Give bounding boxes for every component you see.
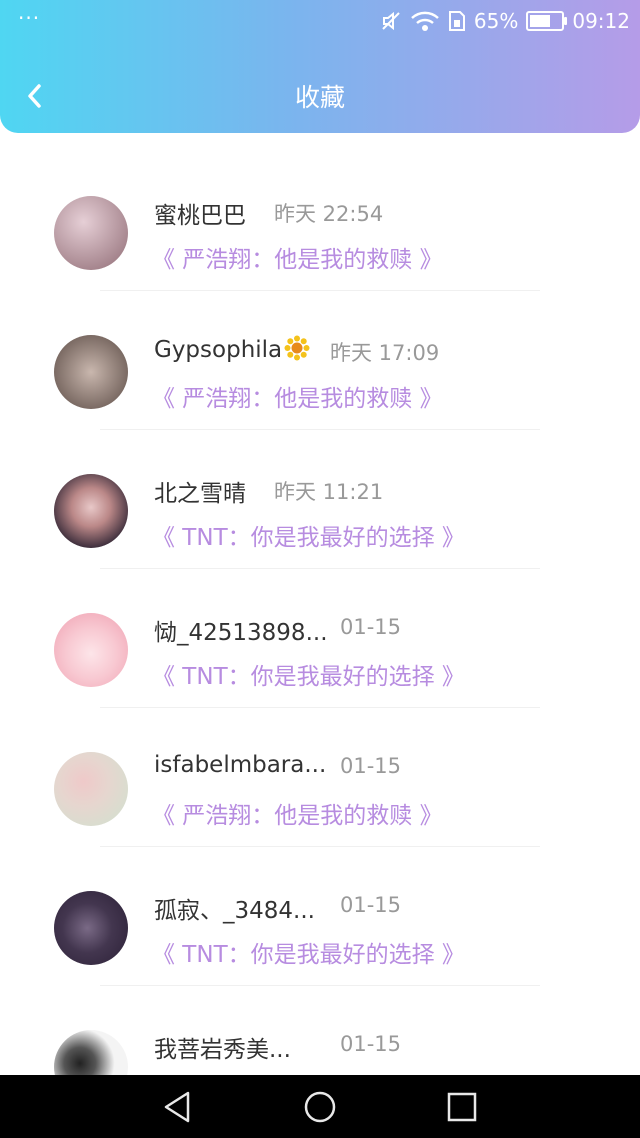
favorite-title[interactable]: 《 TNT：你是我最好的选择 》: [152, 657, 465, 691]
page-title: 收藏: [294, 83, 345, 112]
favorite-title[interactable]: 《 TNT：你是我最好的选择 》: [152, 935, 465, 969]
username-text: Gypsophila: [154, 337, 283, 363]
username[interactable]: Gypsophila: [154, 335, 310, 363]
timestamp: 01-15: [340, 615, 402, 639]
username[interactable]: 孤寂、_3484...: [154, 891, 315, 925]
battery-icon: [526, 11, 568, 31]
username[interactable]: 北之雪晴: [154, 474, 246, 508]
wifi-icon: [411, 11, 439, 31]
clock: 09:12: [572, 9, 630, 33]
avatar[interactable]: [54, 196, 128, 270]
avatar[interactable]: [54, 613, 128, 687]
avatar[interactable]: [54, 335, 128, 409]
list-item[interactable]: 北之雪晴 昨天 11:21 《 TNT：你是我最好的选择 》: [0, 430, 640, 569]
avatar[interactable]: [54, 891, 128, 965]
favorite-title[interactable]: 《 严浩翔：他是我的救赎 》: [152, 796, 443, 830]
list-item[interactable]: 蜜桃巴巴 昨天 22:54 《 严浩翔：他是我的救赎 》: [0, 152, 640, 291]
avatar[interactable]: [54, 752, 128, 826]
status-indicators: 65% 09:12: [380, 6, 630, 36]
timestamp: 01-15: [340, 754, 402, 778]
list-item[interactable]: 孤寂、_3484... 01-15 《 TNT：你是我最好的选择 》: [0, 847, 640, 986]
timestamp: 01-15: [340, 893, 402, 917]
battery-level: [530, 15, 551, 27]
list-item[interactable]: Gypsophila 昨天 17:09 《 严浩翔：他是我的救赎 》: [0, 291, 640, 430]
nav-back-icon[interactable]: [160, 1089, 196, 1125]
username[interactable]: isfabelmbara...: [154, 752, 326, 778]
system-nav-bar: [0, 1075, 640, 1138]
favorites-list: 蜜桃巴巴 昨天 22:54 《 严浩翔：他是我的救赎 》 Gypsophila …: [0, 152, 640, 1125]
sunflower-icon: [284, 335, 310, 361]
nav-home-icon[interactable]: [302, 1089, 338, 1125]
timestamp: 昨天 22:54: [274, 202, 384, 226]
header: ··· 65% 09:12 收藏: [0, 0, 640, 133]
favorite-title[interactable]: 《 严浩翔：他是我的救赎 》: [152, 240, 443, 274]
username[interactable]: 恸_42513898...: [154, 613, 328, 647]
status-bar: ··· 65% 09:12: [0, 0, 640, 44]
favorite-title[interactable]: 《 严浩翔：他是我的救赎 》: [152, 379, 443, 413]
nav-recents-icon[interactable]: [444, 1089, 480, 1125]
mute-icon: [382, 11, 400, 31]
username[interactable]: 蜜桃巴巴: [154, 196, 246, 230]
avatar[interactable]: [54, 474, 128, 548]
notification-dots: ···: [18, 6, 41, 30]
battery-percent: 65%: [473, 9, 519, 33]
username[interactable]: 我菩岩秀美...: [154, 1030, 291, 1064]
list-item[interactable]: isfabelmbara... 01-15 《 严浩翔：他是我的救赎 》: [0, 708, 640, 847]
timestamp: 昨天 17:09: [330, 341, 440, 365]
sim-icon: [448, 11, 465, 31]
timestamp: 昨天 11:21: [274, 480, 384, 504]
list-item[interactable]: 恸_42513898... 01-15 《 TNT：你是我最好的选择 》: [0, 569, 640, 708]
favorite-title[interactable]: 《 TNT：你是我最好的选择 》: [152, 518, 465, 552]
timestamp: 01-15: [340, 1032, 402, 1056]
